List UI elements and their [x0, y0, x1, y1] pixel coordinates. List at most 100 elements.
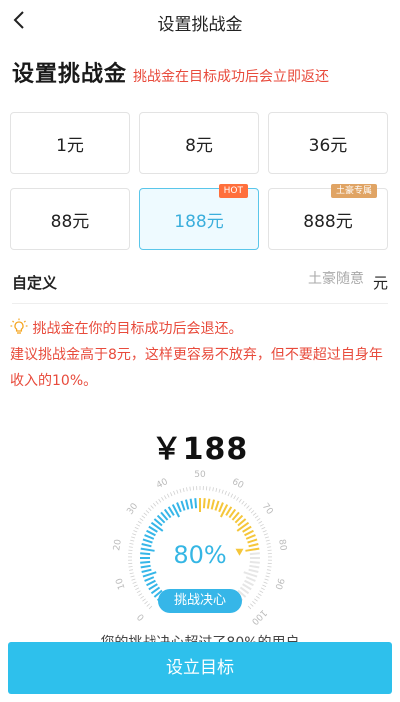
gauge-minor-tick [265, 575, 270, 578]
gauge-tick [244, 579, 254, 587]
gauge-minor-tick [144, 601, 148, 605]
gauge-minor-tick [250, 510, 255, 514]
amount-option-label: 1元 [56, 135, 84, 156]
gauge-minor-tick [176, 489, 179, 494]
gauge-minor-tick [250, 603, 254, 607]
gauge-minor-tick [227, 492, 230, 497]
gauge-minor-tick [261, 526, 266, 530]
custom-amount-unit: 元 [372, 274, 388, 292]
gauge-minor-tick [138, 593, 143, 596]
gauge-minor-tick [236, 496, 239, 501]
amount-option-88[interactable]: 88元 [10, 188, 130, 250]
gauge-minor-tick [161, 496, 164, 501]
gauge-minor-tick [264, 536, 269, 539]
divider [12, 303, 388, 304]
gauge-minor-tick [148, 605, 153, 610]
gauge-minor-tick [221, 489, 224, 494]
gauge-tick [148, 525, 158, 533]
gauge-minor-tick [145, 510, 150, 514]
gauge-minor-tick [263, 581, 268, 584]
gauge-tick [242, 525, 252, 533]
gauge-minor-tick [136, 523, 141, 527]
page-subtitle: 挑战金在目标成功后会立即返还 [133, 69, 330, 85]
gauge-minor-tick [158, 498, 162, 503]
gauge-minor-tick [254, 598, 258, 602]
gauge-tick [194, 498, 198, 509]
gauge-minor-tick [143, 512, 148, 516]
gauge-minor-tick [131, 578, 136, 581]
gauge-tick [210, 499, 215, 510]
gauge-minor-tick [260, 587, 265, 591]
gauge-tick [206, 498, 211, 509]
gauge-tick [148, 583, 158, 591]
custom-amount-input[interactable] [264, 271, 364, 287]
gauge-tick [144, 576, 155, 582]
gauge-minor-tick [132, 581, 137, 584]
gauge-minor-tick [136, 590, 141, 594]
gauge-minor-tick [266, 569, 271, 571]
gauge-minor-tick [173, 490, 176, 495]
set-goal-button[interactable]: 设立目标 [8, 642, 392, 694]
gauge-minor-tick [135, 587, 140, 591]
custom-amount-row: 自定义 元 [0, 262, 400, 302]
section-heading: 设置挑战金 挑战金在目标成功后会立即返还 [12, 56, 329, 88]
gauge-scale-label: 70 [260, 502, 275, 517]
gauge-tick [176, 502, 182, 513]
gauge-minor-tick [266, 572, 271, 575]
gauge-tick [180, 500, 186, 511]
gauge-minor-tick [155, 500, 159, 505]
gauge-tick [245, 576, 256, 582]
gauge-minor-tick [254, 515, 259, 519]
gauge-tick [142, 571, 157, 578]
gauge-tick [243, 571, 258, 578]
tip-line-1: 挑战金在你的目标成功后会退还。 [32, 321, 243, 337]
gauge-minor-tick [133, 584, 138, 587]
gauge-minor-tick [132, 533, 137, 536]
gauge-minor-tick [257, 593, 262, 596]
gauge-minor-tick [248, 507, 252, 511]
gauge-scale-label: 100 [249, 607, 268, 626]
amount-option-188[interactable]: HOT 188元 [139, 184, 259, 250]
gauge-tick [146, 579, 156, 587]
amount-option-8[interactable]: 8元 [139, 112, 259, 174]
nav-title: 设置挑战金 [157, 15, 243, 35]
gauge-minor-tick [137, 521, 142, 524]
gauge-minor-tick [148, 507, 152, 511]
tuhao-badge: 土豪专属 [330, 184, 377, 198]
gauge-minor-tick [130, 575, 135, 578]
gauge-tick [185, 499, 190, 510]
gauge-minor-tick [224, 490, 227, 495]
amount-option-1[interactable]: 1元 [10, 112, 130, 174]
amount-option-888[interactable]: 土豪专属 888元 [268, 184, 388, 250]
gauge-minor-tick [218, 488, 221, 493]
gauge-minor-tick [252, 512, 257, 516]
gauge-minor-tick [140, 595, 144, 599]
gauge-minor-tick [142, 598, 146, 602]
gauge-scale-label: 50 [194, 470, 206, 480]
gauge-minor-tick [134, 526, 139, 530]
amount-option-36[interactable]: 36元 [268, 112, 388, 174]
gauge-tick [144, 534, 155, 540]
gauge-tick [244, 529, 254, 537]
amount-option-label: 8元 [185, 135, 213, 156]
gauge-tick [225, 506, 233, 516]
gauge-scale-label: 60 [230, 477, 245, 491]
gauge-tick [218, 502, 224, 513]
amount-option-label: 36元 [308, 135, 348, 156]
gauge-minor-tick [262, 584, 267, 587]
gauge-value: 80% [173, 541, 227, 569]
gauge-minor-tick [258, 521, 263, 524]
lightbulb-icon [10, 318, 28, 336]
gauge-minor-tick [243, 502, 248, 507]
gauge-minor-tick [141, 515, 146, 519]
custom-amount-label: 自定义 [12, 274, 58, 292]
hot-badge: HOT [218, 184, 248, 198]
amount-option-label: 888元 [303, 211, 353, 232]
gauge-minor-tick [170, 492, 173, 497]
gauge-minor-tick [133, 530, 138, 533]
gauge-scale-label: 90 [272, 577, 285, 591]
gauge-minor-tick [252, 601, 256, 605]
gauge-minor-tick [262, 530, 267, 533]
page-title: 设置挑战金 [12, 62, 128, 87]
gauge-minor-tick [146, 603, 150, 607]
